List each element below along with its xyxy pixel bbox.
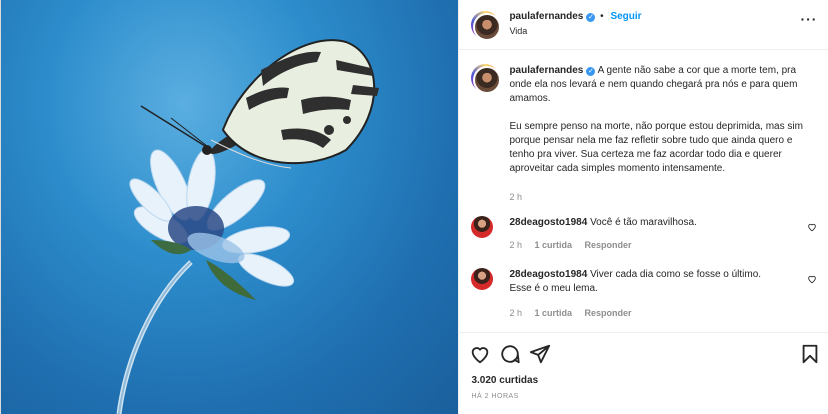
like-heart-icon[interactable]	[469, 343, 491, 365]
caption-time[interactable]: 2 h	[509, 190, 815, 204]
post-side-panel: paulafernandes ✓ • Seguir Vida ··· paulaf…	[458, 0, 828, 414]
post-photo[interactable]	[1, 0, 459, 414]
verified-badge-icon: ✓	[586, 13, 596, 22]
author-username[interactable]: paulafernandes	[509, 11, 583, 22]
author-avatar[interactable]	[471, 11, 502, 41]
post-timestamp[interactable]: HÁ 2 HORAS	[471, 393, 518, 400]
comment-likes[interactable]: 1 curtida	[534, 308, 572, 318]
comment-username[interactable]: 28deagosto1984	[509, 269, 587, 280]
verified-badge-icon: ✓	[586, 67, 596, 76]
butterfly-on-flower-image	[116, 39, 379, 414]
caption-avatar[interactable]	[471, 64, 502, 94]
commenter-avatar[interactable]	[471, 268, 494, 290]
share-send-icon[interactable]	[529, 343, 551, 365]
comment-body: Você é tão maravilhosa.	[590, 217, 697, 228]
comment-text-row: 28deagosto1984 Viver cada dia como se fo…	[509, 268, 783, 296]
post-header: paulafernandes ✓ • Seguir Vida ···	[459, 0, 828, 50]
post-location[interactable]: Vida	[509, 26, 527, 36]
header-title-row: paulafernandes ✓ • Seguir	[509, 11, 642, 22]
comment-bubble-icon[interactable]	[499, 343, 521, 365]
likes-count[interactable]: 3.020 curtidas	[471, 375, 538, 386]
post-actions: 3.020 curtidas HÁ 2 HORAS	[459, 332, 828, 414]
more-horizontal-icon[interactable]: ···	[800, 12, 817, 26]
comment-like-heart-icon[interactable]	[807, 274, 817, 284]
caption-paragraph-2: Eu sempre penso na morte, não porque est…	[509, 121, 803, 174]
caption-text: paulafernandes ✓ A gente não sabe a cor q…	[509, 64, 815, 204]
save-bookmark-icon[interactable]	[799, 343, 821, 365]
instagram-post: paulafernandes ✓ • Seguir Vida ··· paulaf…	[0, 0, 828, 414]
follow-button[interactable]: Seguir	[610, 11, 641, 22]
comment-like-heart-icon[interactable]	[807, 222, 817, 232]
comment-username[interactable]: 28deagosto1984	[509, 217, 587, 228]
comment-time[interactable]: 2 h	[509, 308, 522, 318]
comment-reply-button[interactable]: Responder	[585, 308, 632, 318]
comment-time[interactable]: 2 h	[509, 240, 522, 250]
comment-likes[interactable]: 1 curtida	[534, 240, 572, 250]
commenter-avatar[interactable]	[471, 216, 494, 238]
comment-reply-button[interactable]: Responder	[585, 240, 632, 250]
caption-username[interactable]: paulafernandes	[509, 65, 583, 76]
separator-dot: •	[600, 11, 604, 22]
comment-text-row: 28deagosto1984 Você é tão maravilhosa.	[509, 216, 783, 230]
comment-meta: 2 h 1 curtida Responder	[509, 240, 641, 250]
comment-meta: 2 h 1 curtida Responder	[509, 308, 641, 318]
